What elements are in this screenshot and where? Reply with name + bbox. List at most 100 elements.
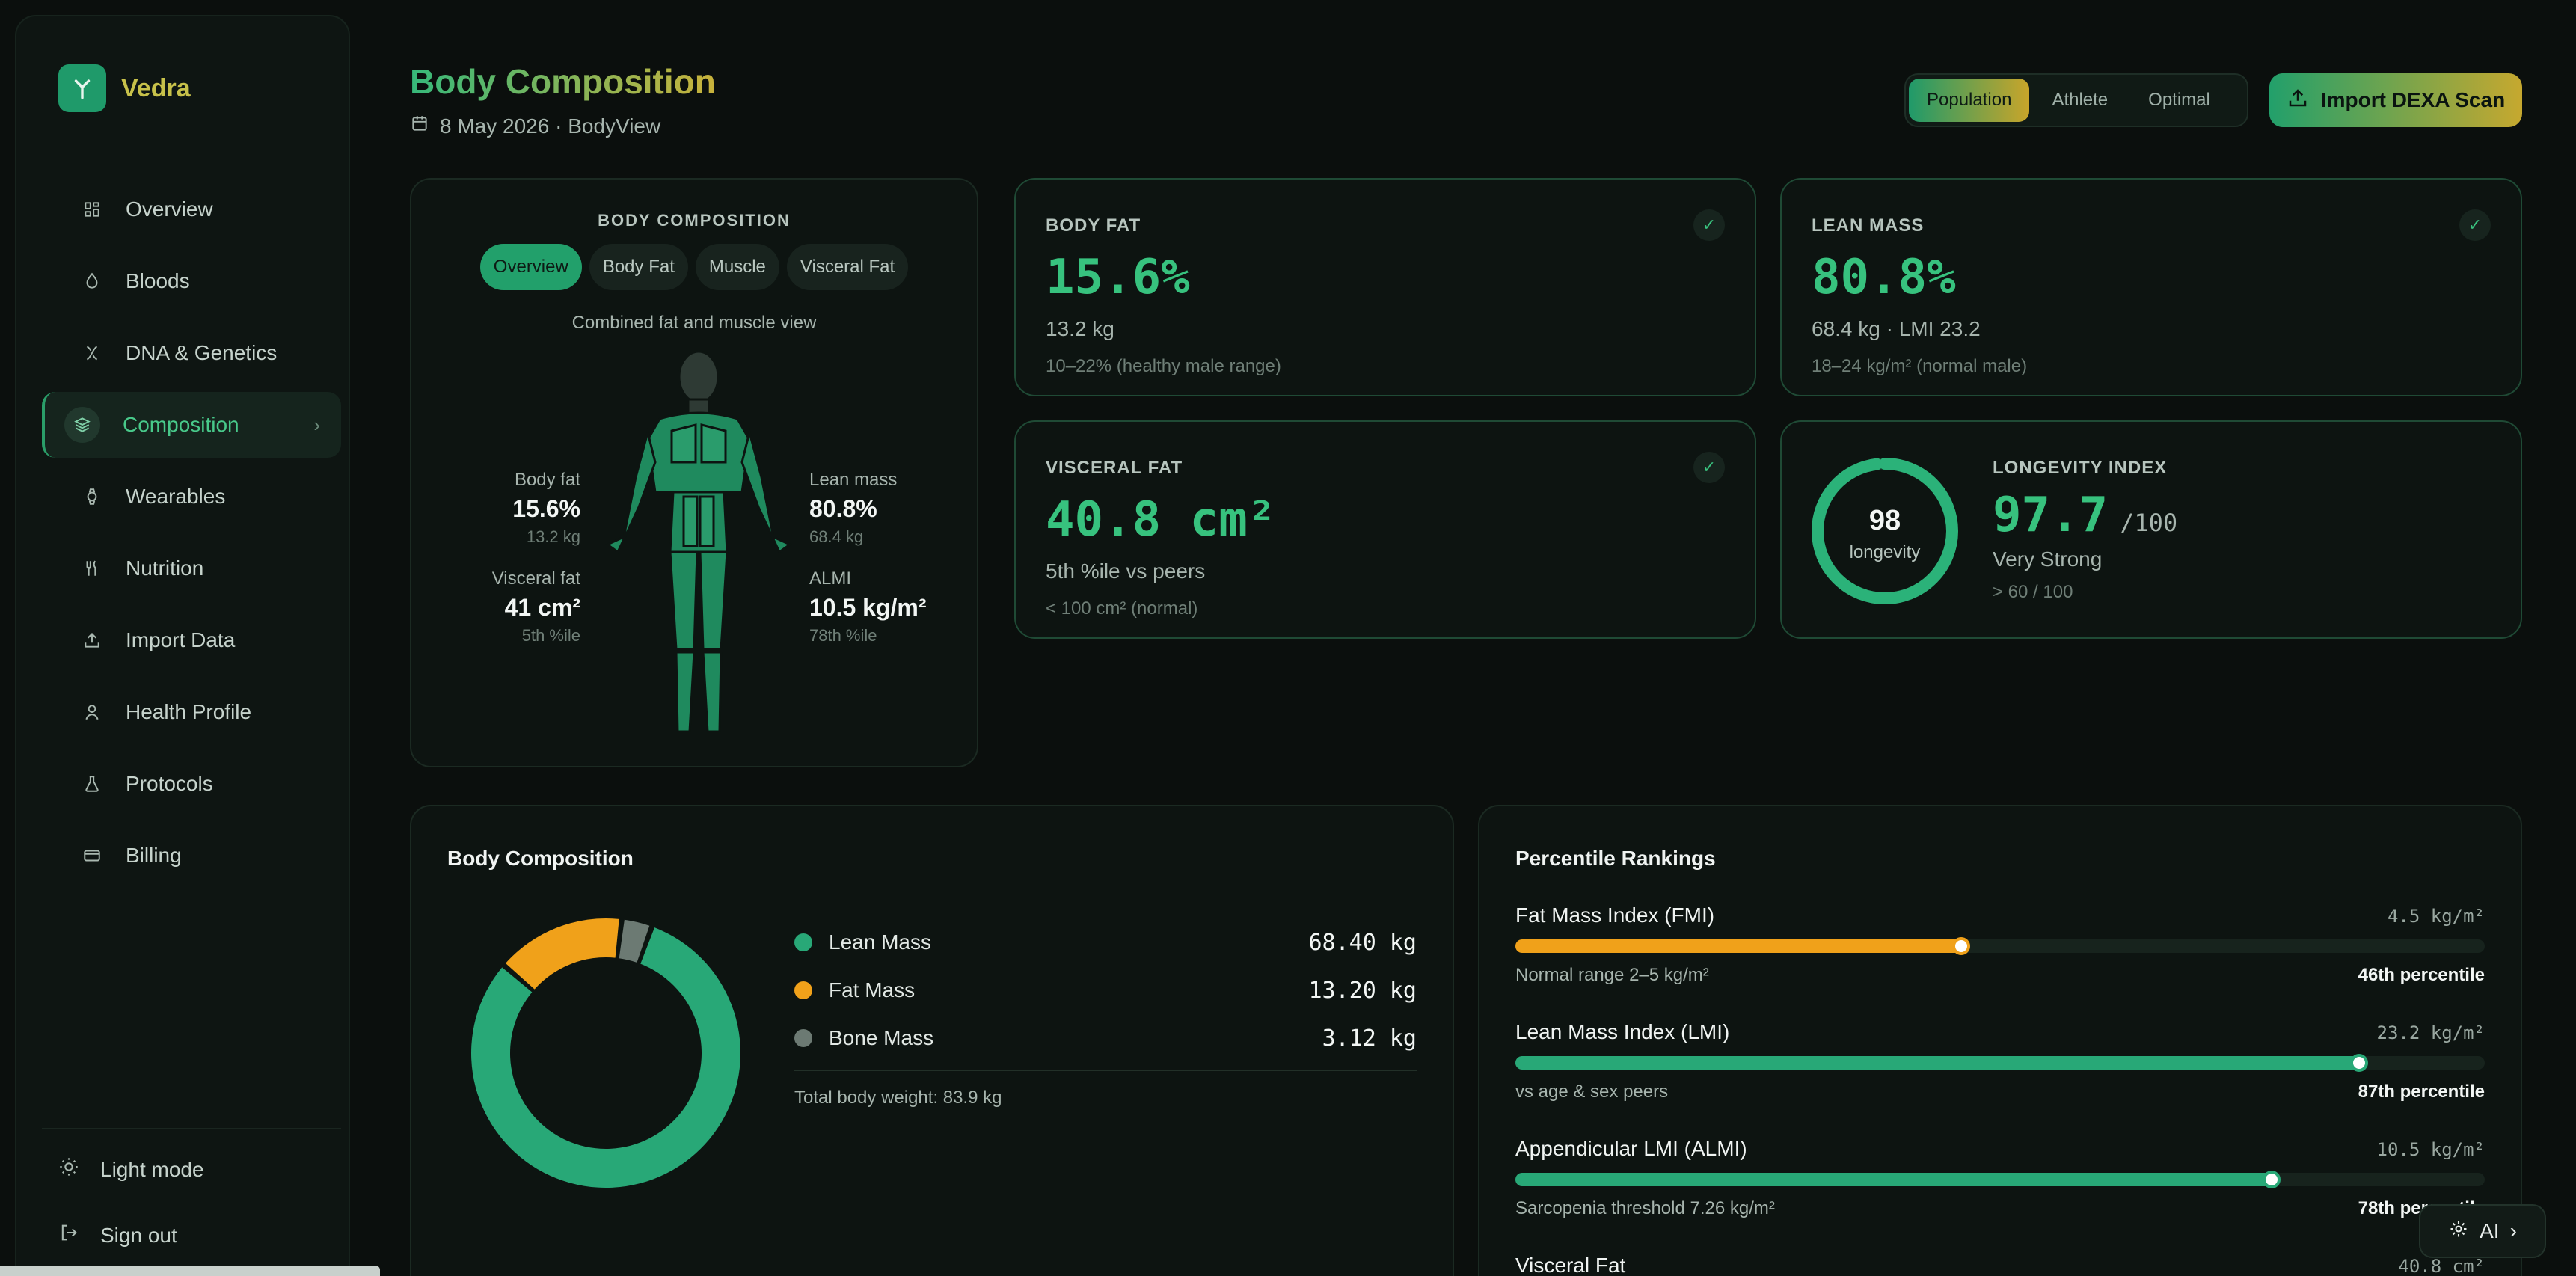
legend-swatch: [794, 1029, 812, 1047]
sidebar-item-dna[interactable]: DNA & Genetics: [42, 320, 341, 386]
legend-swatch: [794, 933, 812, 951]
sign-out-button[interactable]: Sign out: [58, 1222, 343, 1248]
sidebar-item-label: Overview: [126, 197, 213, 221]
card-note: 10–22% (healthy male range): [1046, 356, 1281, 376]
sidebar-item-label: Protocols: [126, 772, 213, 795]
scan-date: 8 May 2026 · BodyView: [440, 114, 661, 138]
sidebar-item-bloods[interactable]: Bloods: [42, 248, 341, 314]
composition-donut-chart: [470, 918, 740, 1188]
percentile-title: Percentile Rankings: [1515, 847, 1716, 870]
card-sub: Very Strong: [1993, 547, 2103, 571]
total-body-weight: Total body weight: 83.9 kg: [794, 1088, 1002, 1108]
tab-overview[interactable]: Overview: [479, 244, 582, 290]
percentile-note: vs age & sex peers: [1515, 1082, 1669, 1102]
longevity-card: 98 longevity LONGEVITY INDEX 97.7 /100 V…: [1780, 420, 2522, 639]
brand-name: Vedra: [121, 73, 191, 102]
legend-label: Lean Mass: [829, 930, 931, 954]
chevron-right-icon: ›: [2509, 1219, 2517, 1242]
ai-sparkle-icon: [2448, 1218, 2469, 1245]
percentile-rankings-card: Percentile Rankings Fat Mass Index (FMI)…: [1478, 805, 2522, 1276]
stat-value: 15.6%: [512, 495, 580, 522]
sidebar-item-label: Import Data: [126, 628, 236, 651]
percentile-rank: 87th percentile: [2358, 1082, 2485, 1102]
vedra-logo-icon: [58, 64, 106, 112]
visceral-fat-card: VISCERAL FAT ✓ 40.8 cm² 5th %ile vs peer…: [1014, 420, 1756, 639]
percentile-value: 10.5 kg/m²: [2376, 1139, 2485, 1160]
body-fat-card: BODY FAT ✓ 15.6% 13.2 kg 10–22% (healthy…: [1014, 178, 1756, 396]
sidebar-item-wearables[interactable]: Wearables: [42, 464, 341, 530]
sidebar-item-health-profile[interactable]: Health Profile: [42, 679, 341, 745]
sign-out-label: Sign out: [100, 1223, 177, 1247]
ring-value: 98: [1869, 505, 1901, 536]
sidebar-divider: [42, 1128, 341, 1129]
utensils-icon: [81, 557, 103, 580]
sidebar-item-label: Nutrition: [126, 556, 204, 580]
percentile-value: 4.5 kg/m²: [2387, 906, 2485, 927]
check-icon: ✓: [1693, 209, 1725, 241]
donut-slice-fat-mass: [505, 918, 619, 990]
legend-label: Fat Mass: [829, 978, 916, 1002]
legend-row-fat-mass: Fat Mass 13.20 kg: [794, 966, 1417, 1014]
percentile-marker: [2349, 1054, 2368, 1072]
sidebar-item-label: Composition: [123, 413, 239, 436]
percentile-row-visceral: Visceral Fat 40.8 cm²: [1515, 1254, 2485, 1276]
tab-visceral-fat[interactable]: Visceral Fat: [786, 244, 909, 290]
calendar-icon: [410, 114, 429, 138]
sun-icon: [58, 1156, 79, 1183]
sidebar-item-nutrition[interactable]: Nutrition: [42, 536, 341, 601]
body-map-card: BODY COMPOSITION Overview Body Fat Muscl…: [410, 178, 978, 767]
light-mode-toggle[interactable]: Light mode: [58, 1156, 343, 1183]
check-icon: ✓: [1693, 452, 1725, 483]
percentile-note: Normal range 2–5 kg/m²: [1515, 965, 1709, 985]
stat-lean-mass: Lean mass 80.8% 68.4 kg: [809, 470, 959, 547]
legend-divider: [794, 1070, 1417, 1071]
stat-label: Visceral fat: [491, 568, 580, 589]
sidebar-item-label: DNA & Genetics: [126, 341, 277, 364]
check-icon: ✓: [2459, 209, 2491, 241]
tab-muscle[interactable]: Muscle: [695, 244, 779, 290]
import-dexa-button[interactable]: Import DEXA Scan: [2269, 73, 2522, 127]
segment-population[interactable]: Population: [1909, 79, 2030, 122]
sidebar-item-composition[interactable]: Composition ›: [42, 392, 341, 458]
sidebar-item-import-data[interactable]: Import Data: [42, 607, 341, 673]
card-value: 15.6%: [1046, 250, 1190, 305]
user-icon: [81, 701, 103, 723]
card-label: LONGEVITY INDEX: [1993, 458, 2168, 478]
brand[interactable]: Vedra: [58, 64, 191, 112]
stat-almi: ALMI 10.5 kg/m² 78th %ile: [809, 568, 959, 645]
stat-visceral-fat: Visceral fat 41 cm² 5th %ile: [431, 568, 580, 645]
longevity-score: 97.7 /100: [1993, 488, 2177, 543]
import-dexa-label: Import DEXA Scan: [2320, 88, 2506, 111]
card-label: VISCERAL FAT: [1046, 458, 1183, 478]
card-label: BODY FAT: [1046, 215, 1141, 236]
card-note: 18–24 kg/m² (normal male): [1812, 356, 2028, 376]
browser-status-bar: [0, 1266, 380, 1276]
sidebar-item-protocols[interactable]: Protocols: [42, 751, 341, 817]
ai-label: AI: [2480, 1219, 2500, 1242]
legend-value: 68.40 kg: [1308, 929, 1417, 956]
sidebar-item-label: Health Profile: [126, 700, 252, 723]
sidebar-item-overview[interactable]: Overview: [42, 177, 341, 242]
ring-label: longevity: [1850, 542, 1921, 562]
card-note: < 100 cm² (normal): [1046, 598, 1198, 619]
flask-icon: [81, 773, 103, 795]
segment-athlete[interactable]: Athlete: [2034, 79, 2126, 122]
grid-icon: [81, 198, 103, 221]
dna-icon: [81, 342, 103, 364]
upload-icon: [81, 629, 103, 651]
percentile-value: 23.2 kg/m²: [2376, 1022, 2485, 1043]
sidebar-item-billing[interactable]: Billing: [42, 823, 341, 889]
upload-icon: [2287, 87, 2309, 114]
sidebar: Vedra Overview Bloods DNA & Genetics Com…: [15, 15, 350, 1276]
stat-label: ALMI: [809, 568, 852, 589]
percentile-marker: [1952, 937, 1971, 955]
tab-body-fat[interactable]: Body Fat: [589, 244, 688, 290]
card-unit: /100: [2120, 509, 2178, 537]
sidebar-item-label: Wearables: [126, 485, 226, 508]
chevron-right-icon: ›: [313, 413, 320, 436]
light-mode-label: Light mode: [100, 1157, 204, 1181]
ai-assistant-button[interactable]: AI ›: [2419, 1204, 2546, 1258]
segment-optimal[interactable]: Optimal: [2130, 79, 2228, 122]
legend-swatch: [794, 981, 812, 999]
body-map-title: BODY COMPOSITION: [598, 211, 791, 230]
